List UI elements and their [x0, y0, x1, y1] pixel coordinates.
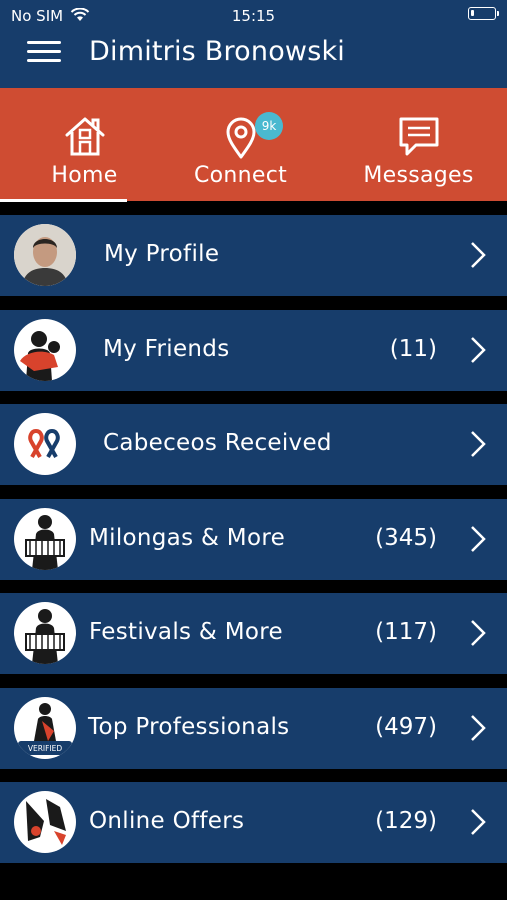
chevron-right-icon [471, 242, 486, 268]
chevron-right-icon [471, 620, 486, 646]
menu-item-label: Milongas & More [89, 525, 286, 551]
menu-item-festivals[interactable]: Festivals & More (117) [0, 593, 507, 674]
tab-messages-label: Messages [363, 163, 474, 188]
menu-item-label: My Profile [104, 241, 220, 267]
tango-shoes-icon [14, 791, 76, 853]
profile-photo [14, 224, 76, 286]
svg-text:VERIFIED: VERIFIED [28, 744, 63, 753]
chevron-right-icon [471, 431, 486, 457]
battery-icon [468, 7, 499, 20]
menu-item-label: Top Professionals [88, 714, 290, 740]
chevron-right-icon [471, 715, 486, 741]
ribbons-icon [14, 413, 76, 475]
menu-item-label: My Friends [103, 336, 230, 362]
connect-badge: 9k [255, 112, 283, 140]
menu-item-count: (497) [375, 714, 437, 740]
menu-item-online-offers[interactable]: Online Offers (129) [0, 782, 507, 863]
menu-item-my-friends[interactable]: My Friends (11) [0, 310, 507, 391]
pro-verified-icon: VERIFIED [14, 697, 76, 759]
menu-item-count: (345) [375, 525, 437, 551]
tab-home[interactable]: Home [0, 88, 169, 201]
menu-item-label: Festivals & More [89, 619, 283, 645]
app-header: No SIM 15:15 Dimitris Bronowski [0, 0, 507, 88]
status-bar: No SIM 15:15 [0, 0, 507, 30]
bandoneon-player-icon [14, 508, 76, 570]
tab-messages[interactable]: Messages [334, 88, 503, 201]
clock: 15:15 [231, 7, 276, 25]
tab-bar: Home Connect Messages [0, 88, 507, 201]
page-title: Dimitris Bronowski [89, 36, 345, 67]
tab-connect[interactable]: Connect [156, 88, 325, 201]
menu-item-count: (117) [375, 619, 437, 645]
bandoneon-player-icon [14, 602, 76, 664]
home-icon [65, 117, 104, 156]
menu-item-my-profile[interactable]: My Profile [0, 215, 507, 296]
chevron-right-icon [471, 337, 486, 363]
chevron-right-icon [471, 809, 486, 835]
friends-dancers-icon [14, 319, 76, 381]
active-tab-indicator [0, 199, 127, 202]
menu-item-cabeceos-received[interactable]: Cabeceos Received [0, 404, 507, 485]
tab-home-label: Home [51, 163, 118, 188]
chat-bubble-icon [399, 117, 438, 156]
tab-connect-label: Connect [193, 163, 288, 188]
chevron-right-icon [471, 526, 486, 552]
menu-item-count: (129) [375, 808, 437, 834]
menu-item-label: Online Offers [89, 808, 245, 834]
menu-item-label: Cabeceos Received [103, 430, 332, 456]
menu-item-milongas[interactable]: Milongas & More (345) [0, 499, 507, 580]
menu-item-count: (11) [389, 336, 437, 362]
menu-item-top-professionals[interactable]: VERIFIED Top Professionals (497) [0, 688, 507, 769]
hamburger-menu-icon[interactable] [27, 41, 61, 65]
